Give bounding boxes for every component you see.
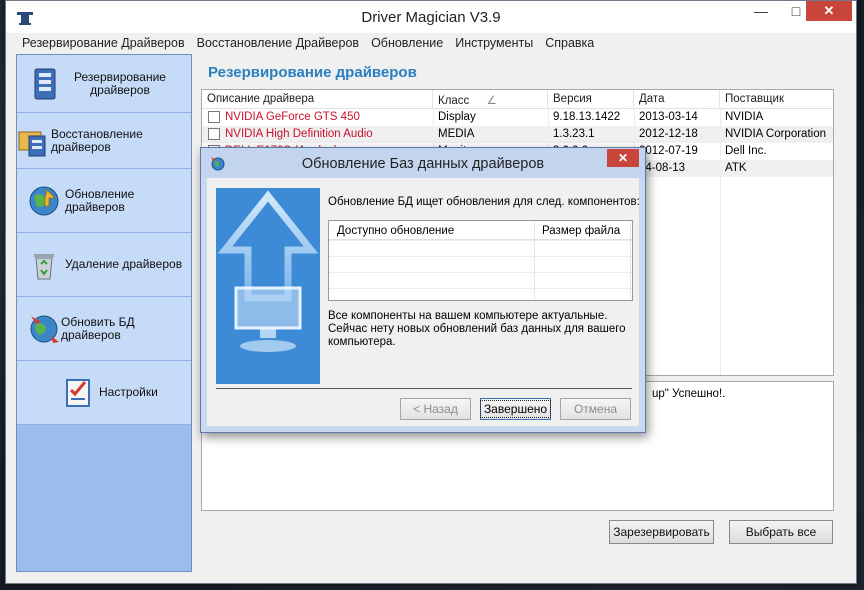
close-button[interactable]: ✕	[806, 1, 852, 21]
window-title: Driver Magician V3.9	[361, 9, 501, 26]
driver-class: MEDIA	[438, 128, 475, 140]
driver-date: 2013-03-14	[639, 111, 698, 123]
column-header-description[interactable]: Описание драйвера	[202, 90, 433, 109]
sidebar-item-label: Обновить БД драйверов	[61, 314, 135, 342]
sidebar: Резервирование драйверов Восстановление …	[16, 54, 192, 572]
divider	[216, 388, 632, 389]
sidebar-item-backup[interactable]: Резервирование драйверов	[17, 55, 191, 113]
row-checkbox[interactable]	[208, 128, 220, 140]
dialog-title: Обновление Баз данных драйверов	[301, 156, 545, 172]
driver-vendor: ATK	[725, 162, 747, 174]
column-header-date[interactable]: Дата	[634, 90, 720, 109]
dialog-description: Обновление БД ищет обновления для след. …	[328, 196, 640, 208]
driver-date: 2012-12-18	[639, 128, 698, 140]
settings-checklist-icon	[66, 378, 90, 407]
driver-vendor: Dell Inc.	[725, 145, 767, 157]
table-row[interactable]: NVIDIA GeForce GTS 450 Display 9.18.13.1…	[202, 109, 833, 126]
sort-indicator-icon: ∠	[486, 95, 497, 107]
row-checkbox[interactable]	[208, 111, 220, 123]
dialog-body: Обновление БД ищет обновления для след. …	[207, 178, 640, 426]
globe-refresh-icon	[30, 315, 59, 343]
driver-description: NVIDIA High Definition Audio	[225, 128, 373, 140]
restore-icon	[18, 131, 46, 156]
backup-icon	[34, 68, 56, 99]
column-header-vendor[interactable]: Поставщик	[720, 90, 835, 109]
recycle-bin-icon	[34, 253, 54, 279]
log-message: up" Успешно!.	[652, 388, 726, 400]
column-header-class[interactable]: Класс ∠	[433, 90, 548, 109]
driver-vendor: NVIDIA	[725, 111, 764, 123]
update-db-dialog: Обновление Баз данных драйверов ✕ Обновл…	[200, 147, 646, 433]
sidebar-item-label: Резервирование драйверов	[74, 69, 166, 97]
table-header: Описание драйвера Класс ∠ Версия Дата По…	[202, 90, 833, 109]
grid-line	[329, 272, 632, 273]
column-header-version[interactable]: Версия	[548, 90, 634, 109]
column-header-available-update[interactable]: Доступно обновление	[329, 221, 534, 240]
finish-button-label: Завершено	[479, 400, 552, 418]
menu-bar: Резервирование Драйверов Восстановление …	[6, 33, 856, 53]
grid-line	[329, 256, 632, 257]
dialog-title-bar: Обновление Баз данных драйверов ✕	[201, 148, 645, 178]
globe-update-icon	[29, 186, 59, 215]
menu-backup-drivers[interactable]: Резервирование Драйверов	[16, 33, 191, 53]
column-header-label: Класс	[438, 95, 470, 107]
driver-vendor: NVIDIA Corporation	[725, 128, 826, 140]
sidebar-item-delete[interactable]: Удаление драйверов	[17, 233, 191, 297]
sidebar-item-update-db[interactable]: Обновить БД драйверов	[17, 297, 191, 361]
grid-line	[329, 240, 632, 241]
driver-description: NVIDIA GeForce GTS 450	[225, 111, 360, 123]
sidebar-item-label: Настройки	[99, 385, 158, 399]
back-button[interactable]: < Назад	[400, 398, 471, 420]
title-bar: Driver Magician V3.9 — □ ✕	[6, 1, 856, 33]
sidebar-item-update[interactable]: Обновление драйверов	[17, 169, 191, 233]
table-row[interactable]: NVIDIA High Definition Audio MEDIA 1.3.2…	[202, 126, 833, 143]
grid-line	[329, 288, 632, 289]
driver-version: 9.18.13.1422	[553, 111, 621, 123]
driver-date: 2012-07-19	[639, 145, 698, 157]
minimize-button[interactable]: —	[746, 1, 776, 21]
sidebar-item-label: Восстановление драйверов	[51, 126, 143, 154]
select-all-button[interactable]: Выбрать все	[729, 520, 833, 544]
menu-restore-drivers[interactable]: Восстановление Драйверов	[191, 33, 365, 53]
driver-version: 1.3.23.1	[553, 128, 595, 140]
cancel-button[interactable]: Отмена	[560, 398, 631, 420]
sidebar-item-restore[interactable]: Восстановление драйверов	[17, 113, 191, 169]
updates-table: Доступно обновление Размер файла	[328, 220, 633, 301]
menu-tools[interactable]: Инструменты	[449, 33, 539, 53]
menu-help[interactable]: Справка	[539, 33, 600, 53]
page-title: Резервирование драйверов	[208, 64, 417, 81]
driver-date: 04-08-13	[639, 162, 686, 174]
update-arrow-illustration	[216, 188, 320, 384]
dialog-close-button[interactable]: ✕	[607, 149, 639, 167]
driver-class: Display	[438, 111, 476, 123]
dialog-status-message: Все компоненты на вашем компьютере актуа…	[328, 310, 626, 348]
menu-update[interactable]: Обновление	[365, 33, 449, 53]
sidebar-item-label: Обновление драйверов	[65, 186, 135, 214]
sidebar-item-label: Удаление драйверов	[65, 257, 183, 271]
sidebar-item-settings[interactable]: Настройки	[17, 361, 191, 425]
finish-button[interactable]: Завершено	[479, 398, 552, 420]
backup-button[interactable]: Зарезервировать	[609, 520, 714, 544]
column-header-file-size[interactable]: Размер файла	[534, 221, 632, 240]
